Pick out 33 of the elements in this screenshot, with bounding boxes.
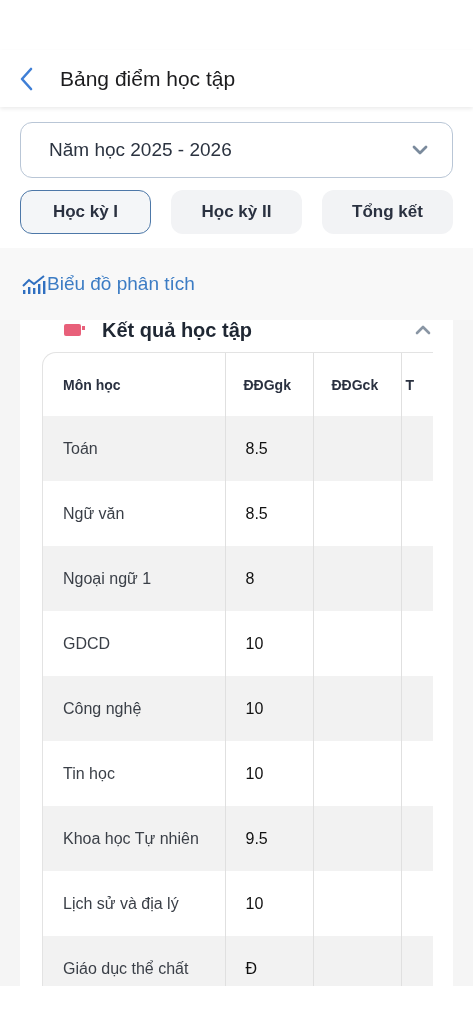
grade-value: 10	[245, 764, 264, 782]
subject-name: Tin học	[63, 764, 115, 782]
year-dropdown[interactable]: Năm học 2025 - 2026	[20, 122, 453, 178]
subject-name: Công nghệ	[63, 699, 142, 717]
grade-value: 10	[245, 634, 264, 652]
column-header: ĐĐGgk	[243, 376, 291, 393]
grade-value: 9.5	[245, 829, 268, 847]
column-header: T	[405, 376, 415, 393]
subject-name: Giáo dục thể chất	[63, 959, 189, 977]
chart-link[interactable]: Biểu đồ phân tích	[22, 273, 195, 295]
subject-name: Ngoại ngữ 1	[63, 569, 152, 587]
back-icon[interactable]	[20, 66, 34, 91]
grade-value: 10	[245, 699, 264, 717]
grade-value: 8	[245, 569, 255, 587]
column-header: Môn học	[63, 376, 121, 393]
subject-name: Khoa học Tự nhiên	[63, 829, 199, 847]
subject-name: Ngữ văn	[63, 504, 125, 522]
grade-value: Đ	[245, 959, 258, 977]
chevron-up-icon[interactable]	[415, 325, 431, 335]
column-header: ĐĐGck	[331, 376, 379, 393]
card-title: Kết quả học tập	[102, 320, 253, 342]
page-title: Bảng điểm học tập	[60, 66, 236, 91]
grade-value: 10	[245, 894, 264, 912]
subject-name: Lịch sử và địa lý	[63, 894, 179, 912]
semester-tab[interactable]: Tổng kết	[322, 190, 453, 234]
chevron-down-icon	[412, 145, 428, 155]
semester-tab[interactable]: Học kỳ I	[20, 190, 151, 234]
grade-value: 8.5	[245, 504, 268, 522]
semester-tab[interactable]: Học kỳ II	[171, 190, 302, 234]
subject-name: GDCD	[63, 634, 111, 652]
subject-name: Toán	[63, 439, 98, 457]
grade-value: 8.5	[245, 439, 268, 457]
bar-chart-icon	[22, 275, 46, 295]
